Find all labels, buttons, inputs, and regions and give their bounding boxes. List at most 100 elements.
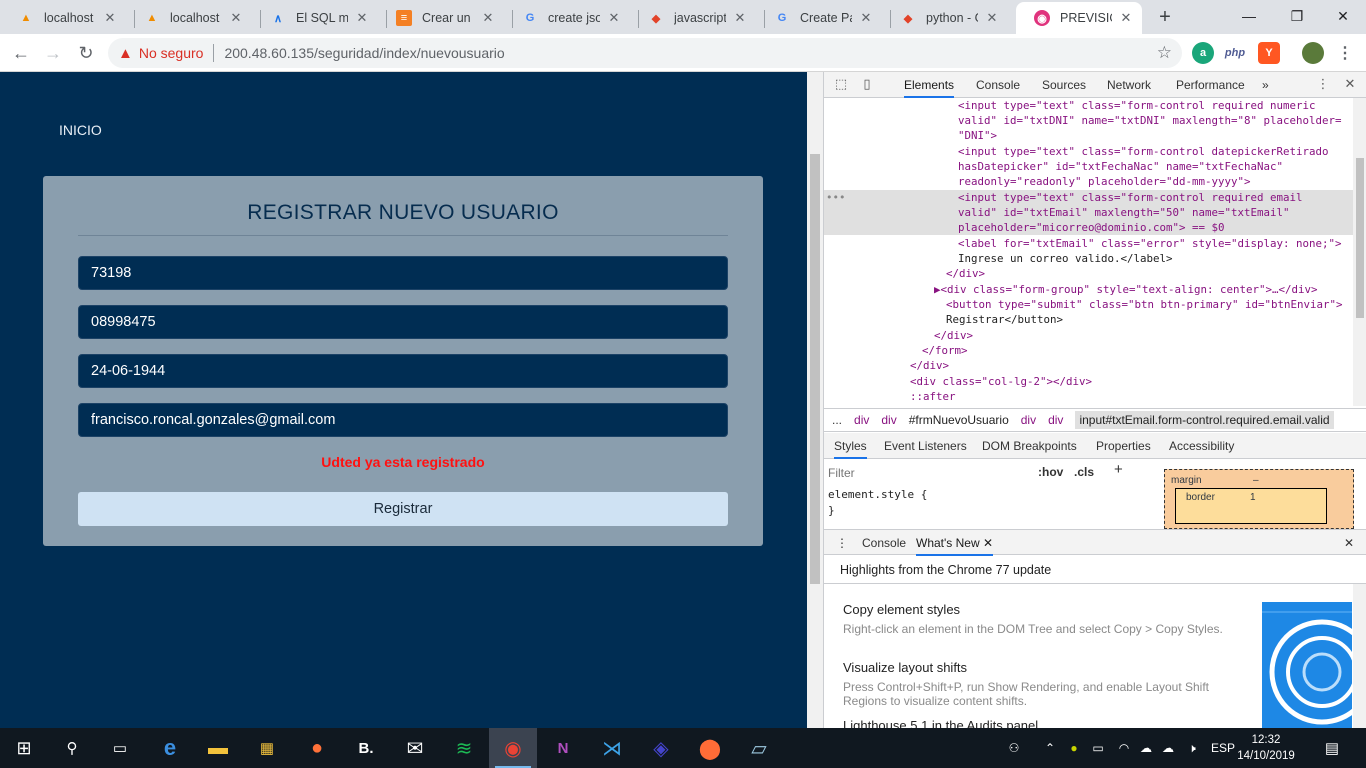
drawer-menu-icon[interactable]: ⋮ xyxy=(836,530,848,556)
breadcrumb-item[interactable]: div xyxy=(854,413,869,427)
close-icon[interactable]: ✕ xyxy=(984,10,1000,26)
wifi-icon[interactable]: ◠ xyxy=(1114,728,1134,768)
onedrive-icon[interactable]: ☁ xyxy=(1158,728,1178,768)
close-icon[interactable]: ✕ xyxy=(732,10,748,26)
element-style-rule[interactable]: element.style { xyxy=(828,488,927,501)
volume-icon[interactable]: 🕨 xyxy=(1182,728,1202,768)
vscode-icon[interactable]: ⋊ xyxy=(588,728,636,768)
tab-event-listeners[interactable]: Event Listeners xyxy=(884,433,967,459)
breadcrumb-item[interactable]: #frmNuevoUsuario xyxy=(909,413,1009,427)
close-icon[interactable]: ✕ xyxy=(480,10,496,26)
maximize-button[interactable]: ❐ xyxy=(1274,4,1320,28)
postman-icon[interactable]: ⬤ xyxy=(686,728,734,768)
breadcrumb-item[interactable]: ... xyxy=(832,413,842,427)
tab-accessibility[interactable]: Accessibility xyxy=(1169,433,1234,459)
browser-tab[interactable]: ◆ javascript - ✕ xyxy=(630,2,756,34)
edge-icon[interactable]: e xyxy=(146,728,194,768)
tab-network[interactable]: Network xyxy=(1107,72,1151,98)
box-model-border[interactable]: border 1 xyxy=(1175,488,1327,524)
firefox-icon[interactable]: ● xyxy=(293,728,341,768)
box-model-margin[interactable]: margin – border 1 xyxy=(1164,469,1354,529)
devtools-menu-icon[interactable]: ⋮ xyxy=(1314,76,1332,94)
register-button[interactable]: Registrar xyxy=(78,492,728,526)
avatar[interactable] xyxy=(1302,42,1324,64)
code-line[interactable]: </div> xyxy=(824,358,1354,373)
nav-home-link[interactable]: INICIO xyxy=(59,122,102,138)
reload-icon[interactable]: ↻ xyxy=(73,40,99,66)
code-line[interactable]: ▶<div class="form-group" style="text-ali… xyxy=(824,282,1354,297)
clock[interactable]: 12:32 14/10/2019 xyxy=(1236,732,1296,764)
tab-console[interactable]: Console xyxy=(976,72,1020,98)
more-tabs-icon[interactable]: » xyxy=(1262,72,1269,98)
tab-sources[interactable]: Sources xyxy=(1042,72,1086,98)
browser-tab[interactable]: ◆ python - Gi ✕ xyxy=(882,2,1008,34)
mail-icon[interactable]: ✉ xyxy=(391,728,439,768)
code-line-selected[interactable]: placeholder="micorreo@dominio.com"> == $… xyxy=(824,220,1354,236)
browser-tab[interactable]: G create json ✕ xyxy=(504,2,630,34)
code-line[interactable]: </div> xyxy=(824,266,1354,281)
tab-styles[interactable]: Styles xyxy=(834,433,867,459)
code-line[interactable]: <button type="submit" class="btn btn-pri… xyxy=(824,297,1354,312)
close-icon[interactable]: ✕ xyxy=(1118,10,1134,26)
forward-icon[interactable]: → xyxy=(40,40,66,66)
code-line-selected[interactable]: ••• <input type="text" class="form-contro… xyxy=(824,190,1354,206)
inspect-element-icon[interactable]: ⬚ xyxy=(832,76,850,94)
start-icon[interactable]: ⊞ xyxy=(0,728,48,768)
cloud-icon[interactable]: ☁ xyxy=(1136,728,1156,768)
tab-dom-breakpoints[interactable]: DOM Breakpoints xyxy=(982,433,1077,459)
code-line[interactable]: valid" id="txtDNI" name="txtDNI" maxleng… xyxy=(824,113,1354,128)
bookmark-star-icon[interactable]: ☆ xyxy=(1157,43,1172,63)
browser-tab[interactable]: G Create Pare ✕ xyxy=(756,2,882,34)
close-window-button[interactable]: ✕ xyxy=(1320,4,1366,28)
task-view-icon[interactable]: ▭ xyxy=(96,728,144,768)
tab-elements[interactable]: Elements xyxy=(904,72,955,98)
close-icon[interactable]: ✕ xyxy=(354,10,370,26)
styles-filter-input[interactable]: Filter xyxy=(828,463,1028,483)
code-line[interactable]: ::after xyxy=(824,389,1354,404)
browser-tab-active[interactable]: ◉ PREVISION ✕ xyxy=(1016,2,1142,34)
dni-field[interactable]: 08998475 xyxy=(78,305,728,339)
add-rule-button[interactable]: + xyxy=(1114,461,1123,478)
code-line[interactable]: </form> xyxy=(824,343,1354,358)
minimize-button[interactable]: — xyxy=(1226,4,1272,28)
spotify-icon[interactable]: ≋ xyxy=(440,728,488,768)
url-text[interactable]: 200.48.60.135/seguridad/index/nuevousuar… xyxy=(224,45,504,61)
browser-tab[interactable]: ▲ localhost / ✕ xyxy=(126,2,252,34)
menu-kebab-icon[interactable]: ⋮ xyxy=(1334,42,1356,64)
code-line[interactable]: hasDatepicker" id="txtFechaNac" name="tx… xyxy=(824,159,1354,174)
breadcrumb-item[interactable]: div xyxy=(1021,413,1036,427)
elements-scrollbar[interactable] xyxy=(1353,98,1366,406)
code-line[interactable]: <div class="col-lg-2"></div> xyxy=(824,374,1354,389)
b-app-icon[interactable]: B. xyxy=(342,728,390,768)
birthdate-field[interactable]: 24-06-1944 xyxy=(78,354,728,388)
breadcrumb-item[interactable]: div xyxy=(881,413,896,427)
email-field[interactable]: francisco.roncal.gonzales@gmail.com xyxy=(78,403,728,437)
new-tab-button[interactable]: + xyxy=(1155,6,1175,28)
breadcrumb-item[interactable]: div xyxy=(1048,413,1063,427)
close-icon[interactable]: ✕ xyxy=(606,10,622,26)
breadcrumb-item-selected[interactable]: input#txtEmail.form-control.required.ema… xyxy=(1075,411,1334,429)
a-extension-icon[interactable]: a xyxy=(1192,42,1214,64)
address-bar[interactable]: ▲ No seguro 200.48.60.135/seguridad/inde… xyxy=(108,38,1182,68)
security-label[interactable]: No seguro xyxy=(139,45,204,61)
browser-tab[interactable]: ▲ localhost / ✕ xyxy=(0,2,126,34)
gitkraken-icon[interactable]: ◈ xyxy=(637,728,685,768)
code-line[interactable]: <input type="text" class="form-control d… xyxy=(824,144,1354,159)
code-line[interactable]: <label for="txtEmail" class="error" styl… xyxy=(824,236,1354,251)
tab-performance[interactable]: Performance xyxy=(1176,72,1245,98)
browser-tab[interactable]: ∧ El SQL men ✕ xyxy=(252,2,378,34)
drawer-tab-whats-new[interactable]: What's New ✕ xyxy=(916,530,994,556)
people-icon[interactable]: ⚇ xyxy=(1002,728,1026,768)
notifications-icon[interactable]: ▤ xyxy=(1318,728,1346,768)
id-field[interactable]: 73198 xyxy=(78,256,728,290)
code-line[interactable]: Registrar</button> xyxy=(824,312,1354,327)
php-extension-icon[interactable]: php xyxy=(1224,42,1246,64)
notes-icon[interactable]: ▱ xyxy=(735,728,783,768)
code-line-selected[interactable]: valid" id="txtEmail" maxlength="50" name… xyxy=(824,205,1354,221)
store-icon[interactable]: ▦ xyxy=(243,728,291,768)
show-hidden-icons-icon[interactable]: ⌃ xyxy=(1040,728,1060,768)
search-icon[interactable]: ⚲ xyxy=(48,728,96,768)
code-line[interactable]: readonly="readonly" placeholder="dd-mm-y… xyxy=(824,174,1354,189)
y-extension-icon[interactable]: Y xyxy=(1258,42,1280,64)
browser-tab[interactable]: ≡ Crear un di ✕ xyxy=(378,2,504,34)
